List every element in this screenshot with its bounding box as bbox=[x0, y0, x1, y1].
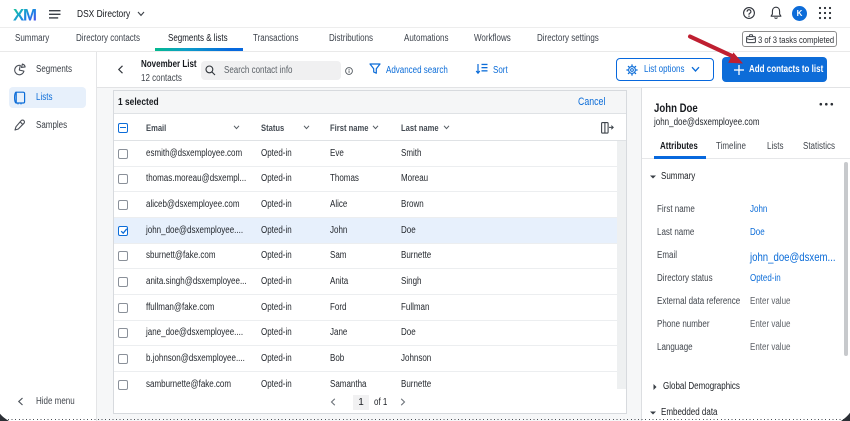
svg-text:XM: XM bbox=[13, 6, 36, 23]
